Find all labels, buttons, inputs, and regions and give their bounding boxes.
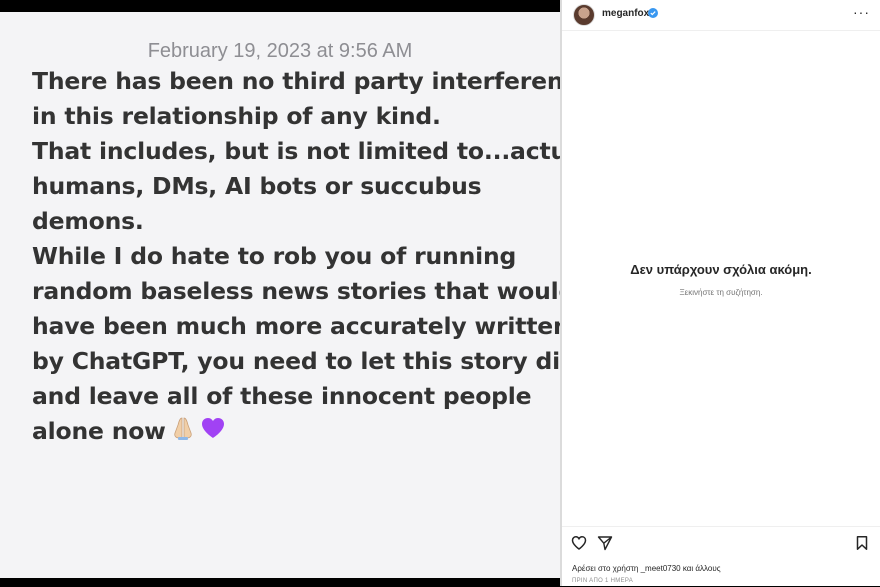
purple-heart-icon — [200, 415, 226, 450]
post-actions-bar: Αρέσει στο χρήστη _meet0730 και άλλους Π… — [562, 526, 880, 587]
post-header: meganfox ··· — [562, 0, 880, 31]
note-last-line: alone now — [32, 414, 542, 451]
praying-hands-icon — [170, 415, 196, 451]
note-line: in this relationship of any kind. — [32, 102, 441, 130]
note-date: February 19, 2023 at 9:56 AM — [147, 40, 413, 62]
heart-icon[interactable] — [571, 535, 587, 551]
note-line: random baseless news stories that would — [32, 277, 560, 305]
post-side-panel: meganfox ··· Δεν υπάρχουν σχόλια ακόμη. … — [562, 0, 880, 586]
note-line: and leave all of these innocent people — [32, 382, 532, 410]
instagram-post-viewer: February 19, 2023 at 9:56 AM There has b… — [0, 0, 880, 586]
likes-summary[interactable]: Αρέσει στο χρήστη _meet0730 και άλλους — [572, 564, 721, 573]
share-icon[interactable] — [597, 535, 613, 551]
note-line: While I do hate to rob you of running — [32, 242, 517, 270]
username-link[interactable]: meganfox — [602, 8, 649, 19]
note-line: humans, DMs, AI bots or succubus — [32, 172, 482, 200]
post-image: February 19, 2023 at 9:56 AM There has b… — [0, 12, 560, 578]
verified-badge-icon — [648, 8, 658, 18]
start-conversation-text: Ξεκινήστε τη συζήτηση. — [679, 288, 763, 297]
avatar[interactable] — [573, 4, 595, 26]
note-line: alone now — [32, 417, 166, 445]
more-options-icon[interactable]: ··· — [853, 5, 870, 19]
note-line: have been much more accurately written — [32, 312, 560, 340]
bookmark-icon[interactable] — [854, 535, 870, 551]
note-line: by ChatGPT, you need to let this story d… — [32, 347, 560, 375]
note-line: There has been no third party interferen… — [32, 67, 560, 95]
note-text: There has been no third party interferen… — [32, 64, 560, 451]
note-line: That includes, but is not limited to...a… — [32, 137, 560, 165]
post-timestamp: ΠΡΙΝ ΑΠΟ 1 ΗΜΕΡΑ — [572, 578, 634, 584]
no-comments-title: Δεν υπάρχουν σχόλια ακόμη. — [630, 262, 812, 277]
note-line: demons. — [32, 207, 144, 235]
